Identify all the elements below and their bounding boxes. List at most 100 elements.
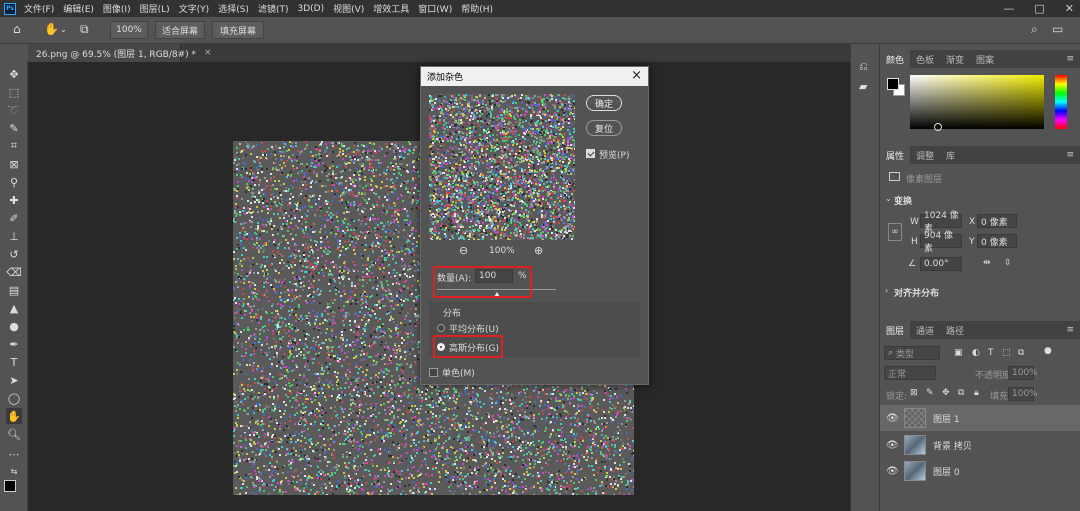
more-tools-icon[interactable]: ⋯ xyxy=(6,446,22,462)
menu-view[interactable]: 视图(V) xyxy=(333,2,364,15)
menu-window[interactable]: 窗口(W) xyxy=(418,2,452,15)
lock-artboard-icon[interactable]: ⧉ xyxy=(958,388,964,398)
move-tool-icon[interactable]: ✥ xyxy=(6,66,22,82)
panel-menu-icon[interactable]: ≡ xyxy=(1066,54,1074,64)
expand-arrow-icon[interactable]: › xyxy=(885,286,888,295)
pen-tool-icon[interactable]: ✒ xyxy=(6,336,22,352)
menu-edit[interactable]: 编辑(E) xyxy=(63,2,94,15)
hand-tool-icon-active[interactable]: ✋ xyxy=(6,408,22,424)
home-icon[interactable]: ⌂ xyxy=(13,22,21,36)
type-tool-icon[interactable]: T xyxy=(6,354,22,370)
tab-layers[interactable]: 图层 xyxy=(880,321,911,339)
filter-pixel-icon[interactable]: ▣ xyxy=(954,348,963,358)
menu-filter[interactable]: 滤镜(T) xyxy=(258,2,289,15)
tab-channels[interactable]: 通道 xyxy=(910,321,940,339)
healing-brush-tool-icon[interactable]: ✚ xyxy=(6,192,22,208)
brush-tool-icon[interactable]: ✐ xyxy=(6,210,22,226)
x-field[interactable]: 0 像素 xyxy=(977,214,1017,228)
close-tab-icon[interactable]: × xyxy=(204,48,212,58)
minimize-icon[interactable]: — xyxy=(1003,2,1014,15)
uniform-radio[interactable] xyxy=(437,324,445,332)
tab-adjustments[interactable]: 调整 xyxy=(910,146,940,164)
collapse-arrow-icon[interactable]: ⌄ xyxy=(885,194,892,203)
shape-tool-icon[interactable]: ◯ xyxy=(6,390,22,406)
blur-tool-icon[interactable]: ▲ xyxy=(6,300,22,316)
frame-tool-icon[interactable]: ⊠ xyxy=(6,156,22,172)
layer-row[interactable]: 👁︎ 图层 1 xyxy=(880,405,1080,431)
gradient-tool-icon[interactable]: ▤ xyxy=(6,282,22,298)
eye-icon[interactable]: 👁︎ xyxy=(886,413,899,424)
eye-icon[interactable]: 👁︎ xyxy=(886,466,899,477)
tab-gradients[interactable]: 渐变 xyxy=(940,50,970,68)
swap-colors-icon[interactable]: ⇆ xyxy=(6,463,22,479)
panel-menu-icon[interactable]: ≡ xyxy=(1066,150,1074,160)
dodge-tool-icon[interactable]: ● xyxy=(6,318,22,334)
panel-menu-icon[interactable]: ≡ xyxy=(1066,325,1074,335)
tab-libraries[interactable]: 库 xyxy=(940,146,961,164)
height-field[interactable]: 904 像素 xyxy=(920,231,962,254)
link-icon[interactable]: ∞ xyxy=(888,223,902,241)
filter-shape-icon[interactable]: ⬚ xyxy=(1002,348,1011,358)
monochrome-checkbox[interactable] xyxy=(429,368,438,377)
marquee-tool-icon[interactable]: ⬚ xyxy=(6,84,22,100)
tab-paths[interactable]: 路径 xyxy=(940,321,970,339)
quick-select-tool-icon[interactable]: ✎ xyxy=(6,120,22,136)
ok-button[interactable]: 确定 xyxy=(586,95,622,111)
tab-patterns[interactable]: 图案 xyxy=(970,50,1000,68)
close-window-icon[interactable]: ✕ xyxy=(1065,2,1074,15)
width-field[interactable]: 1024 像素 xyxy=(920,211,962,234)
preview-window[interactable] xyxy=(429,94,575,240)
zoom-tool-icon[interactable]: 🔍︎ xyxy=(6,426,22,442)
reset-button[interactable]: 复位 xyxy=(586,120,622,136)
flip-horizontal-icon[interactable]: ⇹ xyxy=(983,258,991,268)
workspace-icon[interactable]: ▭ xyxy=(1052,22,1063,36)
eye-icon[interactable]: 👁︎ xyxy=(886,440,899,451)
menu-layer[interactable]: 图层(L) xyxy=(140,2,170,15)
foreground-color-swatch[interactable] xyxy=(4,480,16,492)
eyedropper-tool-icon[interactable]: ⚲ xyxy=(6,174,22,190)
menu-plugins[interactable]: 增效工具 xyxy=(373,2,409,15)
history-panel-icon[interactable]: ⎌ xyxy=(859,60,868,74)
comments-panel-icon[interactable]: ▰ xyxy=(859,80,867,93)
menu-help[interactable]: 帮助(H) xyxy=(461,2,493,15)
clone-stamp-tool-icon[interactable]: ⊥ xyxy=(6,228,22,244)
close-icon[interactable]: × xyxy=(631,68,642,83)
path-select-tool-icon[interactable]: ➤ xyxy=(6,372,22,388)
layer-row[interactable]: 👁︎ 背景 拷贝 xyxy=(880,432,1080,458)
document-tab[interactable]: 26.png @ 69.5% (图层 1, RGB/8#) * × xyxy=(28,44,212,62)
opacity-field[interactable]: 100% xyxy=(1008,366,1038,380)
menu-image[interactable]: 图像(I) xyxy=(103,2,131,15)
scroll-all-windows-icon[interactable]: ⧉ xyxy=(80,22,89,37)
lock-position-icon[interactable]: ✥ xyxy=(942,388,950,398)
blend-mode-select[interactable]: 正常 xyxy=(884,366,936,380)
history-brush-tool-icon[interactable]: ↺ xyxy=(6,246,22,262)
crop-tool-icon[interactable]: ⌗ xyxy=(6,138,22,154)
preview-checkbox[interactable] xyxy=(586,149,595,158)
zoom-out-icon[interactable]: ⊖ xyxy=(459,244,468,257)
fg-color-chip[interactable] xyxy=(887,78,899,90)
hue-slider[interactable] xyxy=(1055,75,1067,129)
lock-transparent-icon[interactable]: ⊠ xyxy=(910,388,918,398)
flip-vertical-icon[interactable]: ⇳ xyxy=(1004,258,1012,268)
tab-color[interactable]: 颜色 xyxy=(880,50,911,68)
tab-properties[interactable]: 属性 xyxy=(880,146,911,164)
dialog-titlebar[interactable]: 添加杂色 × xyxy=(421,67,648,86)
filter-type-icon[interactable]: T xyxy=(988,348,994,358)
tab-swatches[interactable]: 色板 xyxy=(910,50,940,68)
layer-filter-select[interactable]: ⌕ 类型 xyxy=(884,346,940,360)
y-field[interactable]: 0 像素 xyxy=(977,234,1017,248)
zoom-level-button[interactable]: 100% xyxy=(110,21,148,39)
menu-file[interactable]: 文件(F) xyxy=(24,2,54,15)
lock-image-icon[interactable]: ✎ xyxy=(926,388,934,398)
maximize-icon[interactable]: □ xyxy=(1034,2,1044,15)
fill-field[interactable]: 100% xyxy=(1008,387,1038,401)
fill-screen-button[interactable]: 填充屏幕 xyxy=(212,21,264,39)
lock-all-icon[interactable]: 🔒︎ xyxy=(974,388,979,398)
filter-adjustment-icon[interactable]: ◐ xyxy=(972,348,980,358)
lasso-tool-icon[interactable]: ➰ xyxy=(6,102,22,118)
color-field[interactable] xyxy=(910,75,1044,131)
hand-tool-icon[interactable]: ✋ xyxy=(44,22,59,36)
menu-select[interactable]: 选择(S) xyxy=(218,2,249,15)
fit-screen-button[interactable]: 适合屏幕 xyxy=(155,21,205,39)
layer-row[interactable]: 👁︎ 图层 0 xyxy=(880,458,1080,484)
